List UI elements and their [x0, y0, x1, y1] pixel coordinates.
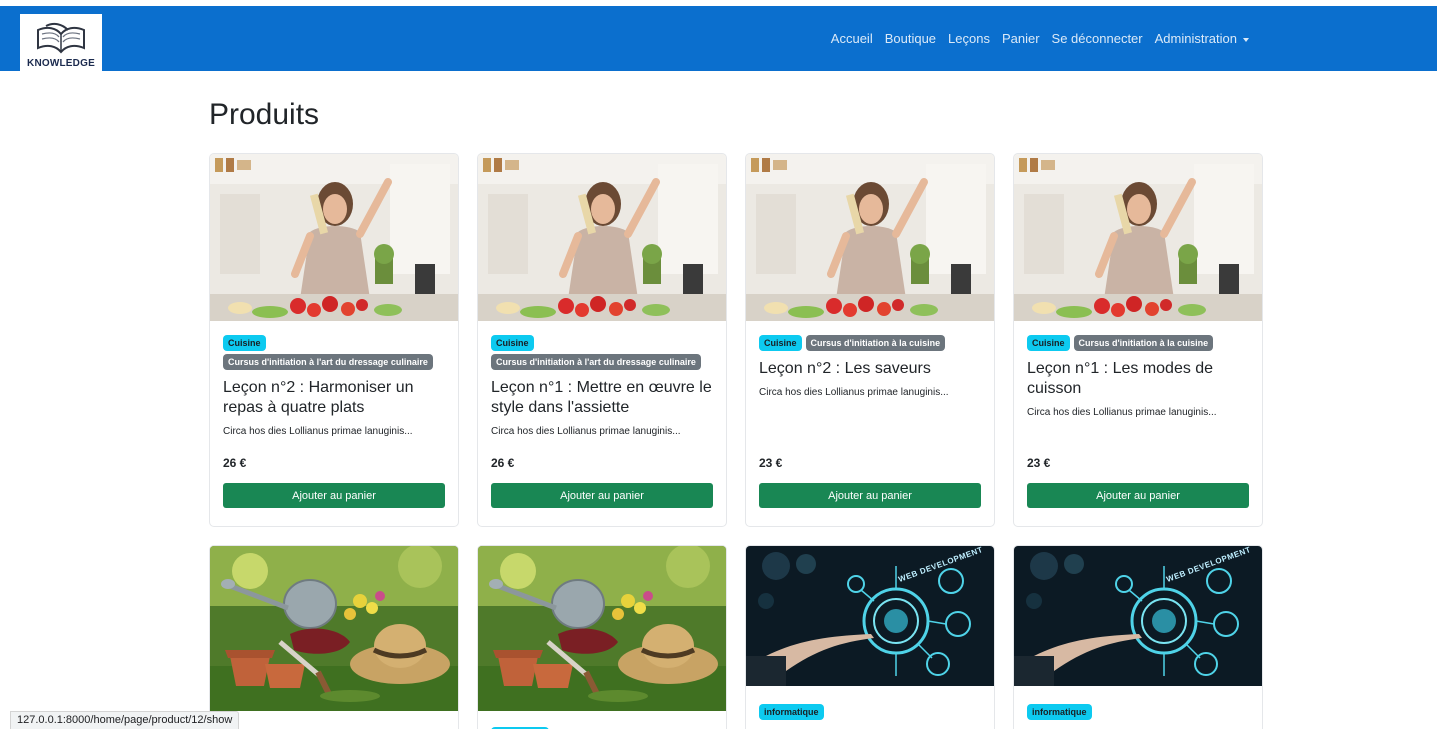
cursus-badge: Cursus d'initiation à l'art du dressage … [491, 354, 701, 370]
nav-dropdown-administration[interactable]: Administration [1149, 31, 1255, 46]
product-card[interactable] [209, 545, 459, 729]
gardening-image [210, 546, 458, 711]
web-development-image [746, 546, 994, 686]
navbar: KNOWLEDGE Accueil Boutique Leçons Panier… [0, 6, 1437, 72]
product-card[interactable] [477, 545, 727, 729]
browser-status-url: 127.0.0.1:8000/home/page/product/12/show [10, 711, 240, 729]
add-to-cart-button[interactable]: Ajouter au panier [759, 483, 981, 508]
page-title: Produits [209, 98, 320, 131]
add-to-cart-button[interactable]: Ajouter au panier [223, 483, 445, 508]
add-to-cart-button[interactable]: Ajouter au panier [491, 483, 713, 508]
product-card[interactable]: WEB DEVELOPMENT informatique [745, 545, 995, 729]
product-image[interactable]: WEB DEVELOPMENT [1014, 546, 1262, 686]
brand-text: KNOWLEDGE [27, 58, 95, 69]
product-title[interactable]: Leçon n°1 : Mettre en œuvre le style dan… [491, 378, 713, 418]
product-title[interactable]: Leçon n°2 : Harmoniser un repas à quatre… [223, 378, 445, 418]
product-card-body: informatique [746, 686, 994, 729]
nav-link-logout[interactable]: Se déconnecter [1046, 31, 1149, 46]
category-badge: Cuisine [223, 335, 266, 351]
product-price: 23 € [1027, 456, 1051, 470]
category-badge: informatique [1027, 704, 1092, 720]
product-image[interactable] [210, 546, 458, 711]
product-card[interactable]: Cuisine Cursus d'initiation à la cuisine… [745, 153, 995, 527]
product-price: 26 € [223, 456, 247, 470]
product-image[interactable] [1014, 154, 1262, 321]
cooking-woman-image [478, 154, 726, 321]
cursus-badge: Cursus d'initiation à la cuisine [805, 335, 946, 351]
category-badge: Cuisine [1027, 335, 1070, 351]
nav-links: Accueil Boutique Leçons Panier Se déconn… [825, 6, 1255, 71]
product-image[interactable] [478, 154, 726, 321]
nav-link-boutique[interactable]: Boutique [879, 31, 942, 46]
nav-link-panier[interactable]: Panier [996, 31, 1046, 46]
product-card-body: Cuisine Cursus d'initiation à l'art du d… [478, 321, 726, 526]
category-badge: Cuisine [491, 335, 534, 351]
cooking-woman-image [210, 154, 458, 321]
cursus-badge: Cursus d'initiation à la cuisine [1073, 335, 1214, 351]
product-card[interactable]: Cuisine Cursus d'initiation à l'art du d… [209, 153, 459, 527]
product-image[interactable] [210, 154, 458, 321]
badges: Cuisine Cursus d'initiation à l'art du d… [491, 335, 713, 370]
product-image[interactable] [746, 154, 994, 321]
product-excerpt: Circa hos dies Lollianus primae lanugini… [223, 426, 413, 437]
cooking-woman-image [746, 154, 994, 321]
product-excerpt: Circa hos dies Lollianus primae lanugini… [491, 426, 681, 437]
category-badge: Cuisine [759, 335, 802, 351]
product-card[interactable]: Cuisine Cursus d'initiation à la cuisine… [1013, 153, 1263, 527]
nav-link-accueil[interactable]: Accueil [825, 31, 879, 46]
cooking-woman-image [1014, 154, 1262, 321]
product-card-body: informatique [1014, 686, 1262, 729]
product-price: 26 € [491, 456, 515, 470]
product-title[interactable]: Leçon n°1 : Les modes de cuisson [1027, 359, 1249, 399]
nav-dropdown-label: Administration [1154, 31, 1237, 46]
product-excerpt: Circa hos dies Lollianus primae lanugini… [1027, 407, 1217, 418]
add-to-cart-button[interactable]: Ajouter au panier [1027, 483, 1249, 508]
badges: Cuisine Cursus d'initiation à la cuisine [1027, 335, 1249, 351]
gardening-image [478, 546, 726, 711]
badges: Cuisine Cursus d'initiation à la cuisine [759, 335, 981, 351]
product-card-body [478, 711, 726, 729]
badges: Cuisine Cursus d'initiation à l'art du d… [223, 335, 445, 370]
product-card-body: Cuisine Cursus d'initiation à l'art du d… [210, 321, 458, 526]
brand-logo[interactable]: KNOWLEDGE [20, 14, 102, 72]
product-price: 23 € [759, 456, 783, 470]
nav-link-lecons[interactable]: Leçons [942, 31, 996, 46]
product-excerpt: Circa hos dies Lollianus primae lanugini… [759, 387, 949, 398]
product-image[interactable] [478, 546, 726, 711]
product-card[interactable]: Cuisine Cursus d'initiation à l'art du d… [477, 153, 727, 527]
web-development-image [1014, 546, 1262, 686]
product-card[interactable]: WEB DEVELOPMENT informatique [1013, 545, 1263, 729]
product-title[interactable]: Leçon n°2 : Les saveurs [759, 359, 981, 379]
product-card-body: Cuisine Cursus d'initiation à la cuisine… [746, 321, 994, 526]
cursus-badge: Cursus d'initiation à l'art du dressage … [223, 354, 433, 370]
category-badge: informatique [759, 704, 824, 720]
caret-down-icon [1243, 37, 1249, 42]
product-image[interactable]: WEB DEVELOPMENT [746, 546, 994, 686]
open-book-icon [37, 22, 85, 54]
product-card-body: Cuisine Cursus d'initiation à la cuisine… [1014, 321, 1262, 526]
